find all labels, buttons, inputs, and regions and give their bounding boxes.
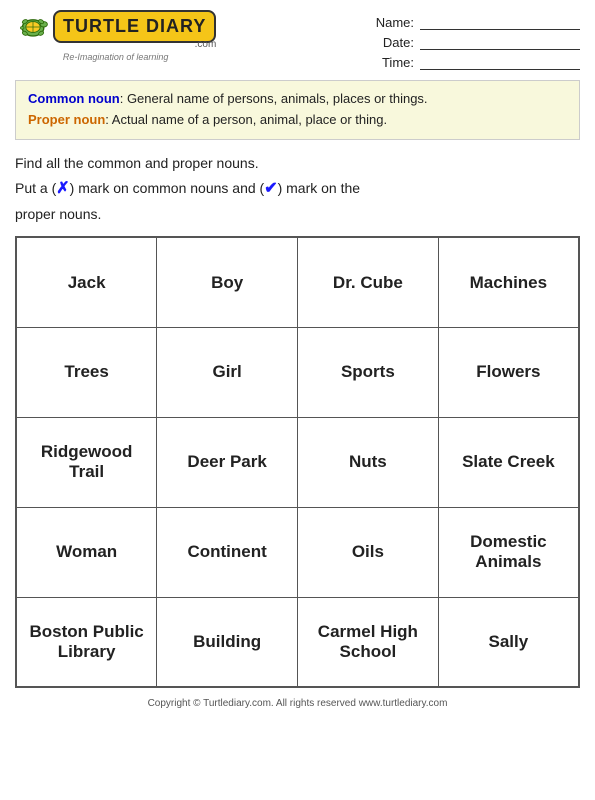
proper-noun-line: Proper noun: Actual name of a person, an…	[28, 110, 567, 131]
time-input[interactable]	[420, 54, 580, 70]
table-cell[interactable]: Building	[157, 597, 298, 687]
logo-area: TURTLE DIARY .com Re-Imagination of lear…	[15, 10, 216, 62]
table-cell[interactable]: Slate Creek	[438, 417, 579, 507]
common-label: Common noun	[28, 91, 120, 106]
table-cell[interactable]: Flowers	[438, 327, 579, 417]
instructions: Find all the common and proper nouns. Pu…	[15, 152, 580, 227]
table-row: TreesGirlSportsFlowers	[16, 327, 579, 417]
instruction-line1: Find all the common and proper nouns.	[15, 152, 580, 176]
table-cell[interactable]: Boston Public Library	[16, 597, 157, 687]
table-row: JackBoyDr. CubeMachines	[16, 237, 579, 327]
logo-com: .com	[195, 39, 217, 50]
instruction-line2: Put a (✗) mark on common nouns and (✔) m…	[15, 175, 580, 202]
table-cell[interactable]: Boy	[157, 237, 298, 327]
name-row: Name:	[374, 14, 580, 30]
common-text: : General name of persons, animals, plac…	[120, 91, 428, 106]
table-cell[interactable]: Nuts	[298, 417, 439, 507]
check-mark-icon: ✔	[264, 180, 277, 197]
info-box: Common noun: General name of persons, an…	[15, 80, 580, 140]
table-row: Ridgewood TrailDeer ParkNutsSlate Creek	[16, 417, 579, 507]
footer-text: Copyright © Turtlediary.com. All rights …	[148, 698, 448, 709]
logo-tagline: Re-Imagination of learning	[63, 52, 169, 62]
table-cell[interactable]: Domestic Animals	[438, 507, 579, 597]
time-row: Time:	[374, 54, 580, 70]
time-label: Time:	[374, 55, 414, 70]
table-cell[interactable]: Sports	[298, 327, 439, 417]
turtle-icon	[15, 13, 51, 41]
name-input[interactable]	[420, 14, 580, 30]
table-cell[interactable]: Woman	[16, 507, 157, 597]
table-cell[interactable]: Oils	[298, 507, 439, 597]
table-cell[interactable]: Trees	[16, 327, 157, 417]
name-label: Name:	[374, 15, 414, 30]
date-input[interactable]	[420, 34, 580, 50]
x-mark-icon: ✗	[56, 180, 69, 197]
logo-text: TURTLE DIARY	[53, 10, 216, 43]
table-cell[interactable]: Machines	[438, 237, 579, 327]
header: TURTLE DIARY .com Re-Imagination of lear…	[15, 10, 580, 70]
table-cell[interactable]: Ridgewood Trail	[16, 417, 157, 507]
instruction-line3: proper nouns.	[15, 203, 580, 227]
date-label: Date:	[374, 35, 414, 50]
common-noun-line: Common noun: General name of persons, an…	[28, 89, 567, 110]
table-cell[interactable]: Sally	[438, 597, 579, 687]
proper-label: Proper noun	[28, 112, 105, 127]
table-cell[interactable]: Dr. Cube	[298, 237, 439, 327]
page: TURTLE DIARY .com Re-Imagination of lear…	[0, 0, 595, 800]
table-cell[interactable]: Deer Park	[157, 417, 298, 507]
table-row: Boston Public LibraryBuildingCarmel High…	[16, 597, 579, 687]
table-row: WomanContinentOilsDomestic Animals	[16, 507, 579, 597]
inst-post: ) mark on the	[278, 180, 360, 196]
date-row: Date:	[374, 34, 580, 50]
table-cell[interactable]: Jack	[16, 237, 157, 327]
table-cell[interactable]: Continent	[157, 507, 298, 597]
footer: Copyright © Turtlediary.com. All rights …	[15, 698, 580, 709]
noun-table: JackBoyDr. CubeMachinesTreesGirlSportsFl…	[15, 236, 580, 688]
proper-text: : Actual name of a person, animal, place…	[105, 112, 387, 127]
table-cell[interactable]: Carmel High School	[298, 597, 439, 687]
inst-mid: ) mark on common nouns and (	[70, 180, 265, 196]
table-cell[interactable]: Girl	[157, 327, 298, 417]
inst-pre: Put a (	[15, 180, 56, 196]
name-fields: Name: Date: Time:	[374, 10, 580, 70]
